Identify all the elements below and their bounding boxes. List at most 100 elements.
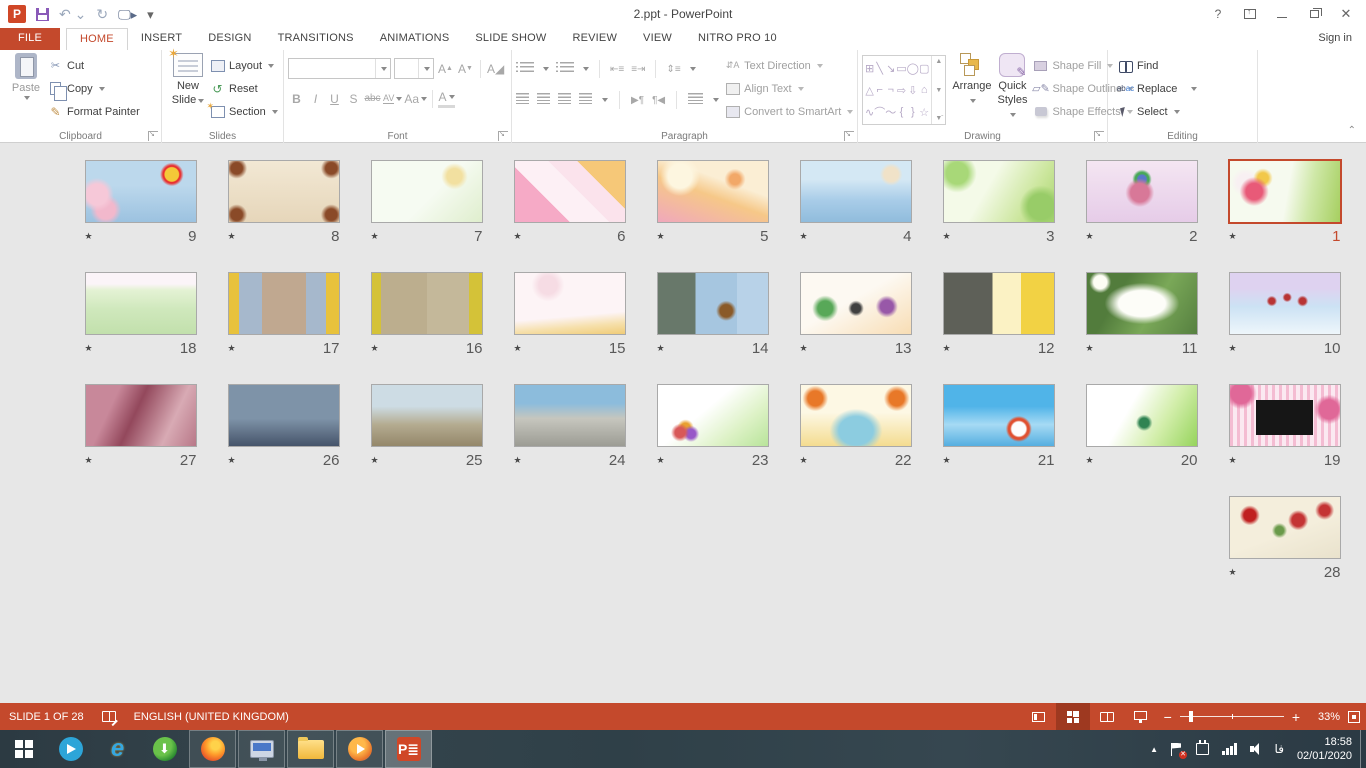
taskbar-powerpoint-button[interactable]: P≣ xyxy=(385,730,432,768)
line-spacing-button[interactable]: ⇕≡ xyxy=(666,64,680,75)
zoom-slider-thumb[interactable] xyxy=(1189,711,1193,722)
shape-item-icon[interactable]: ～ xyxy=(885,104,896,120)
slide-thumbnail-24[interactable] xyxy=(514,384,626,447)
taskbar-telegram-button[interactable] xyxy=(47,730,94,768)
find-button[interactable]: Find xyxy=(1118,55,1253,76)
slide-thumbnail-10[interactable] xyxy=(1229,272,1341,335)
bullets-button[interactable] xyxy=(516,60,534,78)
shape-item-icon[interactable]: ∿ xyxy=(865,106,874,119)
replace-button[interactable]: abac Replace xyxy=(1118,78,1253,99)
justify-button[interactable] xyxy=(579,91,592,109)
decrease-indent-button[interactable]: ⇤≡ xyxy=(610,64,624,75)
slide-thumbnail-13[interactable] xyxy=(800,272,912,335)
slide-thumbnail-19[interactable] xyxy=(1229,384,1341,447)
scroll-up-icon[interactable]: ▲ xyxy=(935,58,942,65)
columns-button[interactable] xyxy=(688,91,703,109)
slide-thumbnail-7[interactable] xyxy=(371,160,483,223)
convert-to-smartart-button[interactable]: Convert to SmartArt xyxy=(725,101,853,122)
select-button[interactable]: Select xyxy=(1118,101,1253,122)
left-to-right-direction-button[interactable]: ▶¶ xyxy=(631,95,644,106)
arrange-button[interactable]: Arrange xyxy=(952,53,991,125)
taskbar-media-player-button[interactable] xyxy=(336,730,383,768)
animation-indicator-icon[interactable]: ★ xyxy=(514,343,522,354)
slide-thumbnail-11[interactable] xyxy=(1086,272,1198,335)
animation-indicator-icon[interactable]: ★ xyxy=(800,231,808,242)
increase-font-size-button[interactable]: A▲ xyxy=(437,59,454,78)
bold-button[interactable]: B xyxy=(288,89,305,108)
animation-indicator-icon[interactable]: ★ xyxy=(514,455,522,466)
input-language-indicator[interactable]: فا xyxy=(1275,742,1284,756)
slide-thumbnail-26[interactable] xyxy=(228,384,340,447)
animation-indicator-icon[interactable]: ★ xyxy=(943,455,951,466)
animation-indicator-icon[interactable]: ★ xyxy=(1086,455,1094,466)
shape-item-icon[interactable]: ▭ xyxy=(896,62,906,75)
slide-thumbnail-8[interactable] xyxy=(228,160,340,223)
tab-slide-show[interactable]: SLIDE SHOW xyxy=(462,28,559,50)
font-dialog-launcher-icon[interactable] xyxy=(498,131,508,141)
taskbar-internet-explorer-button[interactable]: e xyxy=(94,730,141,768)
align-text-button[interactable]: Align Text xyxy=(725,78,853,99)
shape-item-icon[interactable]: ╲ xyxy=(876,62,883,75)
shape-item-icon[interactable]: ¬ xyxy=(888,84,894,96)
shadow-button[interactable]: S xyxy=(345,89,362,108)
animation-indicator-icon[interactable]: ★ xyxy=(228,231,236,242)
slide-thumbnail-25[interactable] xyxy=(371,384,483,447)
slide-thumbnail-2[interactable] xyxy=(1086,160,1198,223)
taskbar-download-manager-button[interactable]: ⬇ xyxy=(141,730,188,768)
shape-item-icon[interactable]: ⇨ xyxy=(897,84,906,97)
sign-in-link[interactable]: Sign in xyxy=(1304,28,1366,50)
slide-thumbnail-17[interactable] xyxy=(228,272,340,335)
font-color-button[interactable]: A xyxy=(438,89,455,108)
powerpoint-app-icon[interactable]: P xyxy=(8,5,26,23)
tab-insert[interactable]: INSERT xyxy=(128,28,195,50)
close-button[interactable]: ✕ xyxy=(1332,4,1360,24)
language-indicator[interactable]: ENGLISH (UNITED KINGDOM) xyxy=(134,711,289,723)
save-button[interactable] xyxy=(36,8,49,21)
paste-button[interactable]: Paste xyxy=(4,53,48,125)
normal-view-button[interactable] xyxy=(1022,703,1056,730)
underline-button[interactable]: U xyxy=(326,89,343,108)
shape-item-icon[interactable]: ▢ xyxy=(919,62,929,75)
format-painter-button[interactable]: ✎ Format Painter xyxy=(48,101,140,122)
slide-thumbnail-3[interactable] xyxy=(943,160,1055,223)
slide-show-button[interactable] xyxy=(1124,703,1158,730)
shape-item-icon[interactable]: ↘ xyxy=(886,62,895,75)
character-spacing-button[interactable]: AV xyxy=(383,89,402,108)
tab-animations[interactable]: ANIMATIONS xyxy=(367,28,463,50)
shape-item-icon[interactable]: } xyxy=(911,106,915,118)
help-button[interactable]: ? xyxy=(1204,4,1232,24)
animation-indicator-icon[interactable]: ★ xyxy=(800,455,808,466)
customize-quick-access-toolbar-button[interactable]: ▾ xyxy=(147,8,154,21)
start-from-beginning-button[interactable]: 🖵▸ xyxy=(118,8,137,21)
shape-item-icon[interactable]: △ xyxy=(865,84,873,97)
collapse-ribbon-button[interactable]: ⌃ xyxy=(1348,125,1356,136)
slide-sorter-view-button[interactable] xyxy=(1056,703,1090,730)
volume-icon[interactable] xyxy=(1250,743,1262,755)
animation-indicator-icon[interactable]: ★ xyxy=(1229,455,1237,466)
slide-thumbnail-22[interactable] xyxy=(800,384,912,447)
animation-indicator-icon[interactable]: ★ xyxy=(371,455,379,466)
zoom-percentage[interactable]: 33% xyxy=(1306,711,1340,723)
italic-button[interactable]: I xyxy=(307,89,324,108)
shape-item-icon[interactable]: { xyxy=(900,106,904,118)
shape-item-icon[interactable]: ⌐ xyxy=(877,84,883,96)
clear-formatting-button[interactable]: A◢ xyxy=(487,59,504,78)
tab-review[interactable]: REVIEW xyxy=(559,28,630,50)
animation-indicator-icon[interactable]: ★ xyxy=(228,343,236,354)
strikethrough-button[interactable]: abc xyxy=(364,89,381,108)
slide-sorter-canvas[interactable]: ★9★8★7★6★5★4★3★2★1★18★17★16★15★14★13★12★… xyxy=(0,144,1366,703)
animation-indicator-icon[interactable]: ★ xyxy=(1229,231,1237,242)
section-button[interactable]: Section xyxy=(210,101,278,122)
animation-indicator-icon[interactable]: ★ xyxy=(1086,343,1094,354)
layout-button[interactable]: Layout xyxy=(210,55,278,76)
taskbar-firefox-button[interactable] xyxy=(189,730,236,768)
spell-check-icon[interactable] xyxy=(102,711,116,722)
network-signal-icon[interactable] xyxy=(1222,743,1237,755)
minimize-button[interactable] xyxy=(1268,4,1296,24)
shape-item-icon[interactable]: ⊞ xyxy=(865,62,874,75)
taskbar-clock[interactable]: 18:58 02/01/2020 xyxy=(1297,735,1352,764)
shape-gallery[interactable]: ⊞╲↘▭◯▢△⌐¬⇨⇩⌂∿⌒～{}☆ ▲ ▼ ▼̄ xyxy=(862,55,946,125)
reading-view-button[interactable] xyxy=(1090,703,1124,730)
animation-indicator-icon[interactable]: ★ xyxy=(657,343,665,354)
taskbar-computer-button[interactable] xyxy=(238,730,285,768)
